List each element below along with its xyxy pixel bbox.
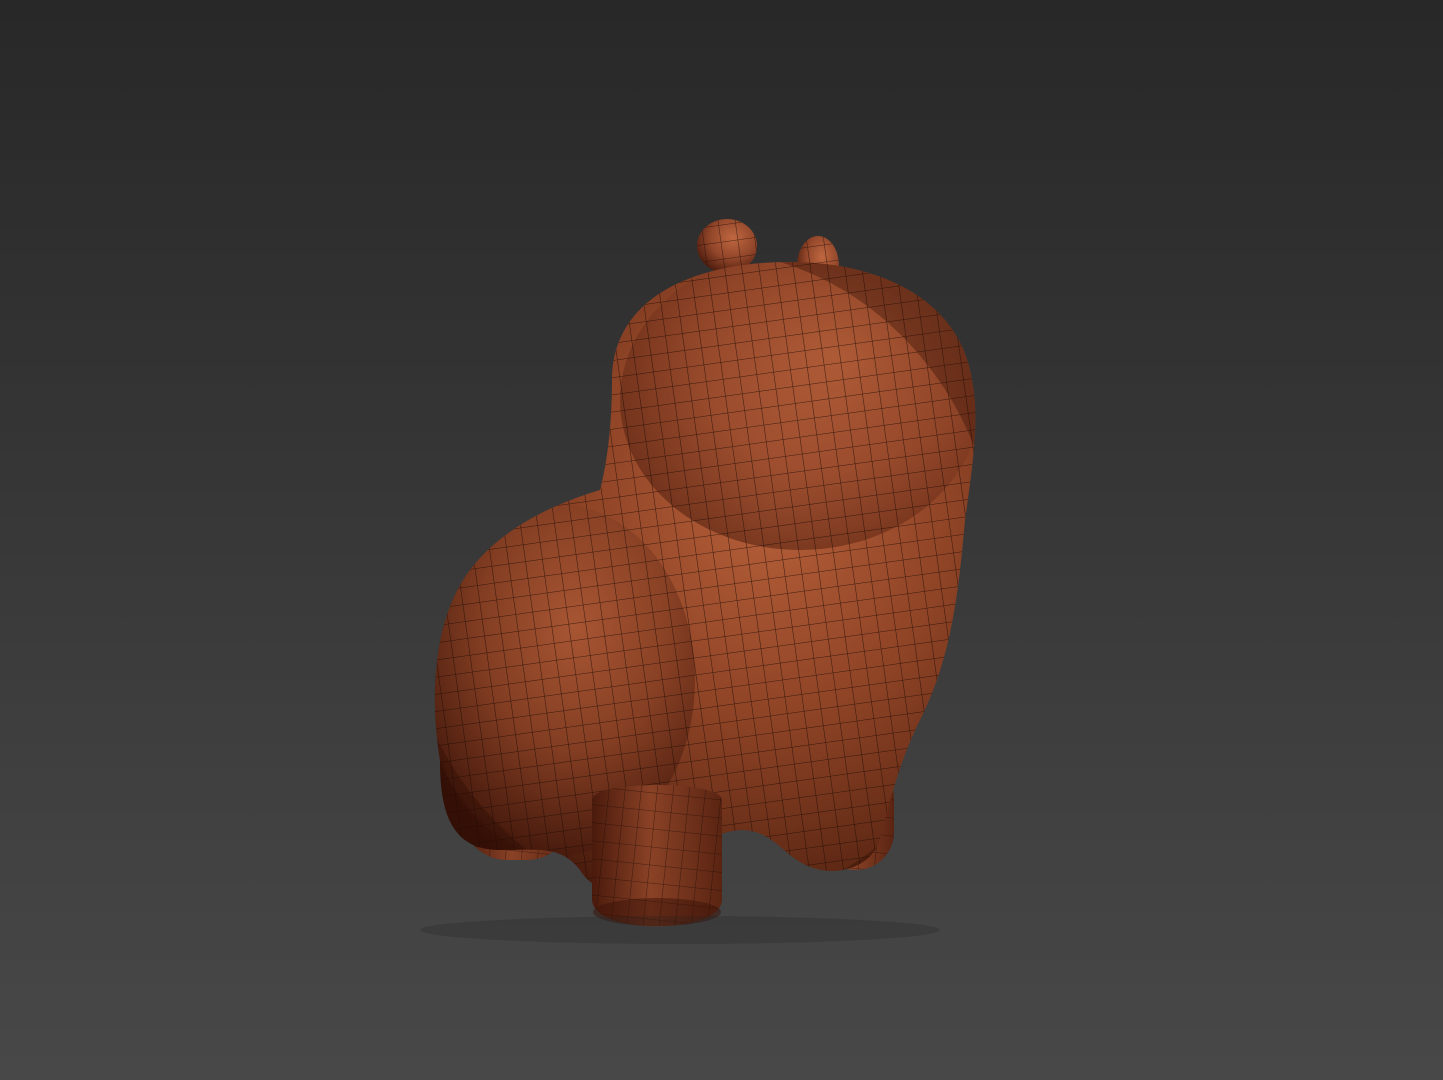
model-leg-front-left[interactable] xyxy=(592,785,722,927)
3d-viewport[interactable] xyxy=(0,0,1443,1080)
viewport-canvas[interactable] xyxy=(0,0,1443,1080)
